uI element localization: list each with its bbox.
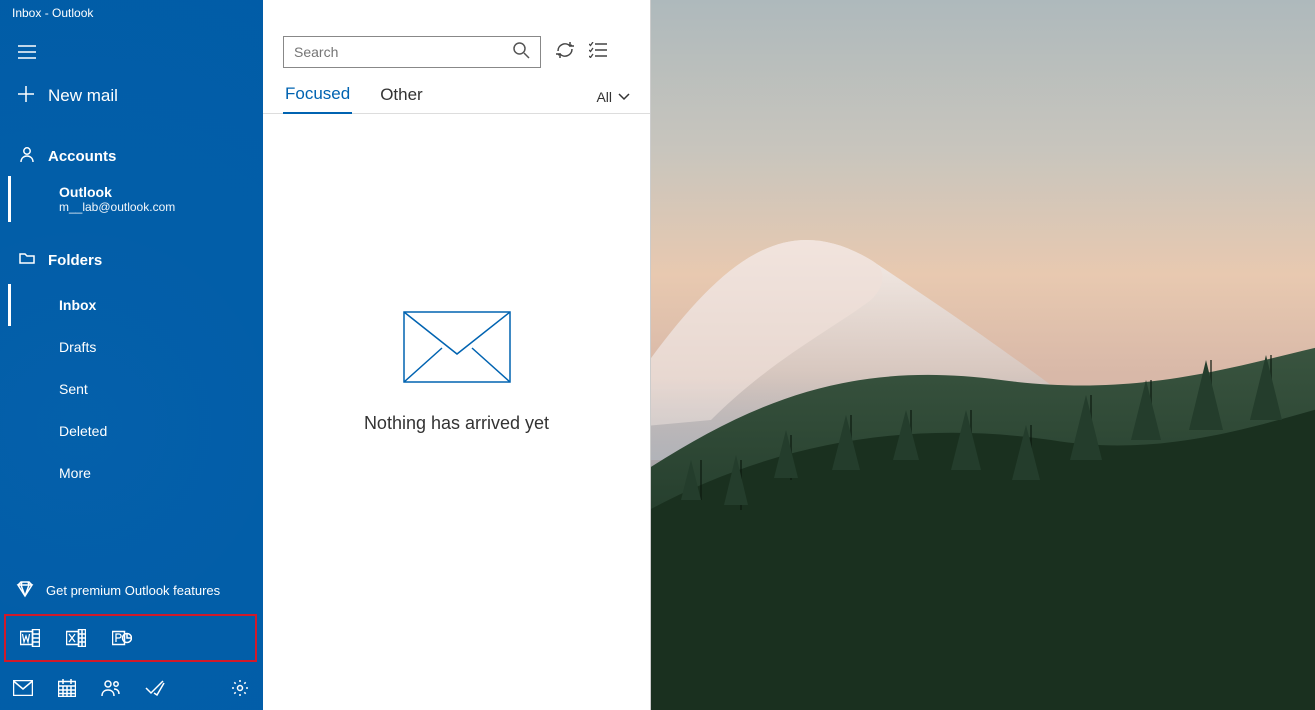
word-icon — [20, 629, 40, 647]
new-mail-button[interactable]: New mail — [0, 74, 263, 118]
people-nav-button[interactable] — [100, 677, 122, 699]
select-list-icon — [589, 42, 607, 58]
message-list-panel: Focused Other All Nothing has arrived ye… — [263, 0, 651, 710]
diamond-icon — [16, 580, 34, 601]
folder-list: Inbox Drafts Sent Deleted More — [0, 284, 263, 494]
search-box[interactable] — [283, 36, 541, 68]
empty-state: Nothing has arrived yet — [263, 74, 650, 670]
person-icon — [18, 146, 36, 166]
search-icon — [512, 41, 530, 64]
folder-label: Deleted — [59, 423, 107, 439]
folders-header[interactable]: Folders — [0, 240, 263, 280]
premium-link[interactable]: Get premium Outlook features — [0, 570, 263, 610]
select-mode-button[interactable] — [589, 42, 607, 63]
calendar-nav-button[interactable] — [56, 677, 78, 699]
mail-icon — [13, 680, 33, 696]
new-mail-label: New mail — [48, 86, 118, 106]
reading-pane — [651, 0, 1315, 710]
powerpoint-app-button[interactable] — [112, 628, 132, 648]
gear-icon — [231, 679, 249, 697]
folder-label: Drafts — [59, 339, 96, 355]
search-row — [263, 0, 650, 68]
premium-label: Get premium Outlook features — [46, 583, 220, 598]
excel-icon — [66, 629, 86, 647]
hamburger-menu-button[interactable] — [0, 30, 48, 74]
sidebar: Inbox - Outlook New mail Accounts Outloo… — [0, 0, 263, 710]
folder-more[interactable]: More — [8, 452, 263, 494]
app-root: Inbox - Outlook New mail Accounts Outloo… — [0, 0, 1315, 710]
bottom-nav — [0, 666, 263, 710]
calendar-icon — [58, 679, 76, 697]
folder-inbox[interactable]: Inbox — [8, 284, 263, 326]
envelope-icon — [403, 311, 511, 383]
window-title: Inbox - Outlook — [0, 0, 263, 30]
plus-icon — [18, 86, 34, 107]
sync-button[interactable] — [555, 41, 575, 64]
settings-button[interactable] — [229, 677, 251, 699]
folders-header-label: Folders — [48, 252, 102, 269]
search-input[interactable] — [294, 44, 512, 60]
people-icon — [101, 679, 121, 697]
folder-deleted[interactable]: Deleted — [8, 410, 263, 452]
folder-icon — [18, 250, 36, 270]
sync-icon — [555, 41, 575, 59]
powerpoint-icon — [112, 629, 132, 647]
accounts-header[interactable]: Accounts — [0, 136, 263, 176]
office-apps-row — [4, 614, 257, 662]
folder-drafts[interactable]: Drafts — [8, 326, 263, 368]
folder-sent[interactable]: Sent — [8, 368, 263, 410]
account-email: m__lab@outlook.com — [59, 200, 263, 214]
account-item[interactable]: Outlook m__lab@outlook.com — [8, 176, 263, 222]
background-image — [651, 0, 1315, 710]
todo-nav-button[interactable] — [144, 677, 166, 699]
accounts-header-label: Accounts — [48, 148, 116, 165]
folder-label: Sent — [59, 381, 88, 397]
checkmark-icon — [145, 680, 165, 696]
empty-message: Nothing has arrived yet — [364, 413, 549, 434]
folder-label: Inbox — [59, 297, 96, 313]
folder-label: More — [59, 465, 91, 481]
word-app-button[interactable] — [20, 628, 40, 648]
excel-app-button[interactable] — [66, 628, 86, 648]
mail-nav-button[interactable] — [12, 677, 34, 699]
account-name: Outlook — [59, 184, 263, 200]
hamburger-icon — [18, 45, 36, 59]
